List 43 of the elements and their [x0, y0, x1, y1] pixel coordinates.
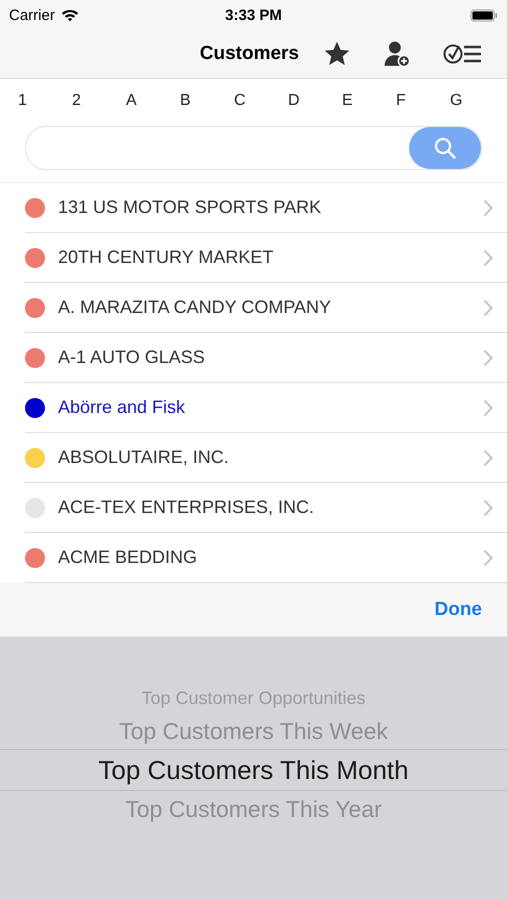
customer-row[interactable]: 131 US MOTOR SPORTS PARK [25, 183, 507, 233]
done-button[interactable]: Done [434, 598, 482, 620]
customer-name: ABSOLUTAIRE, INC. [58, 447, 230, 468]
index-letter[interactable]: F [396, 92, 450, 110]
battery-icon [470, 8, 498, 22]
chevron-icon [483, 398, 493, 416]
index-letter[interactable]: A [126, 92, 180, 110]
index-letter[interactable]: D [288, 92, 342, 110]
nav-title: Customers [200, 43, 299, 65]
customer-row[interactable]: A. MARAZITA CANDY COMPANY [25, 283, 507, 333]
customer-name: Abörre and Fisk [58, 397, 186, 418]
index-letter[interactable]: E [342, 92, 396, 110]
chevron-icon [483, 198, 493, 216]
chevron-icon [483, 348, 493, 366]
customer-name: 131 US MOTOR SPORTS PARK [58, 197, 322, 218]
chevron-icon [483, 298, 493, 316]
search-field[interactable] [25, 126, 482, 170]
carrier-name: Carrier [9, 6, 55, 24]
customer-row[interactable]: A-1 AUTO GLASS [25, 333, 507, 383]
index-letter[interactable]: 2 [72, 92, 126, 110]
checklist-icon[interactable] [443, 42, 483, 66]
customer-row[interactable]: Abörre and Fisk [25, 383, 507, 433]
index-letter[interactable]: G [450, 92, 504, 110]
customer-row[interactable]: ABSOLUTAIRE, INC. [25, 433, 507, 483]
wifi-icon [60, 8, 79, 22]
search-icon [433, 136, 457, 160]
index-letter[interactable]: 1 [18, 92, 72, 110]
customer-name: ACME BEDDING [58, 547, 198, 568]
chevron-icon [483, 248, 493, 266]
chevron-icon [483, 448, 493, 466]
customer-row[interactable]: 20TH CENTURY MARKET [25, 233, 507, 283]
customer-name: A. MARAZITA CANDY COMPANY [58, 297, 332, 318]
index-letter[interactable]: C [234, 92, 288, 110]
picker-option[interactable]: Top Customers This Month [98, 750, 409, 790]
add-person-icon[interactable] [383, 40, 411, 68]
customer-row[interactable]: ACE-TEX ENTERPRISES, INC. [25, 483, 507, 533]
index-letter[interactable]: B [180, 92, 234, 110]
customer-name: ACE-TEX ENTERPRISES, INC. [58, 497, 316, 518]
customer-name: 20TH CENTURY MARKET [58, 247, 274, 268]
status-time: 3:33 PM [225, 6, 282, 24]
chevron-icon [483, 548, 493, 566]
customer-name: A-1 AUTO GLASS [58, 347, 206, 368]
chevron-icon [483, 498, 493, 516]
